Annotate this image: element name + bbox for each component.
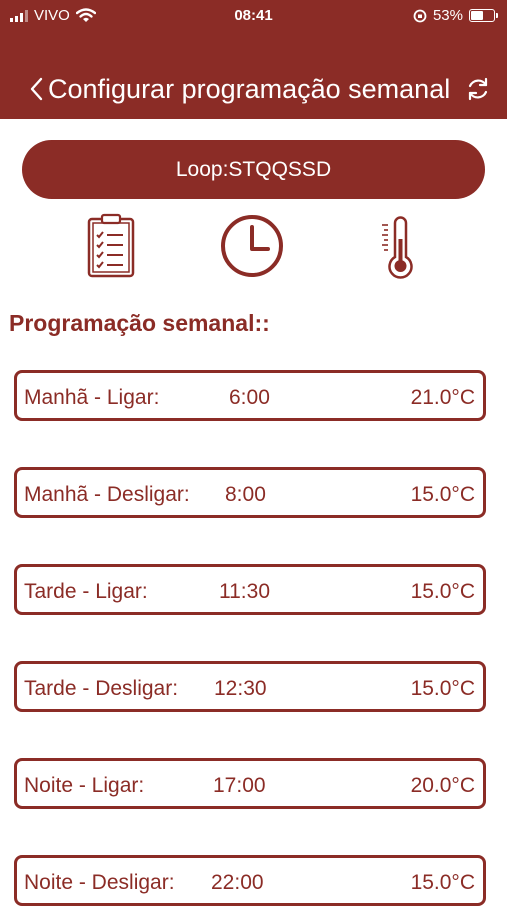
schedule-temperature: 15.0°C (410, 580, 475, 603)
schedule-temperature: 15.0°C (410, 483, 475, 506)
schedule-row-afternoon-on[interactable]: Tarde - Ligar: 11:30 15.0°C (14, 564, 486, 615)
schedule-row-morning-off[interactable]: Manhã - Desligar: 8:00 15.0°C (14, 467, 486, 518)
status-bar: VIVO 08:41 53% (0, 0, 507, 32)
schedule-row-afternoon-off[interactable]: Tarde - Desligar: 12:30 15.0°C (14, 661, 486, 712)
loop-button[interactable]: Loop:STQQSSD (22, 140, 485, 199)
page-title: Configurar programação semanal (48, 74, 451, 104)
app-header: VIVO 08:41 53% Configurar programação se… (0, 0, 507, 119)
nav-bar: Configurar programação semanal (0, 70, 507, 110)
schedule-temperature: 15.0°C (410, 871, 475, 894)
schedule-label: Noite - Desligar: (24, 871, 175, 894)
schedule-temperature: 15.0°C (410, 677, 475, 700)
refresh-icon[interactable] (465, 76, 491, 102)
clipboard-checklist-icon[interactable] (79, 213, 143, 279)
schedule-label: Manhã - Ligar: (24, 386, 160, 409)
thermometer-icon[interactable] (368, 213, 432, 279)
schedule-label: Manhã - Desligar: (24, 483, 190, 506)
section-title: Programação semanal:: (9, 310, 270, 336)
schedule-row-night-off[interactable]: Noite - Desligar: 22:00 15.0°C (14, 855, 486, 906)
schedule-time: 6:00 (229, 386, 270, 409)
battery-percent: 53% (432, 7, 463, 24)
schedule-row-night-on[interactable]: Noite - Ligar: 17:00 20.0°C (14, 758, 486, 809)
back-chevron-icon[interactable] (26, 74, 50, 104)
battery-icon (469, 9, 498, 22)
schedule-time: 11:30 (219, 580, 270, 603)
schedule-temperature: 21.0°C (410, 386, 475, 409)
schedule-row-morning-on[interactable]: Manhã - Ligar: 6:00 21.0°C (14, 370, 486, 421)
schedule-temperature: 20.0°C (410, 774, 475, 797)
schedule-label: Tarde - Desligar: (24, 677, 179, 700)
schedule-time: 12:30 (214, 677, 267, 700)
rotation-lock-icon (413, 9, 427, 22)
schedule-label: Noite - Ligar: (24, 774, 145, 797)
schedule-time: 8:00 (225, 483, 266, 506)
schedule-time: 22:00 (211, 871, 264, 894)
clock-icon[interactable] (220, 213, 284, 279)
schedule-time: 17:00 (213, 774, 266, 797)
schedule-label: Tarde - Ligar: (24, 580, 148, 603)
